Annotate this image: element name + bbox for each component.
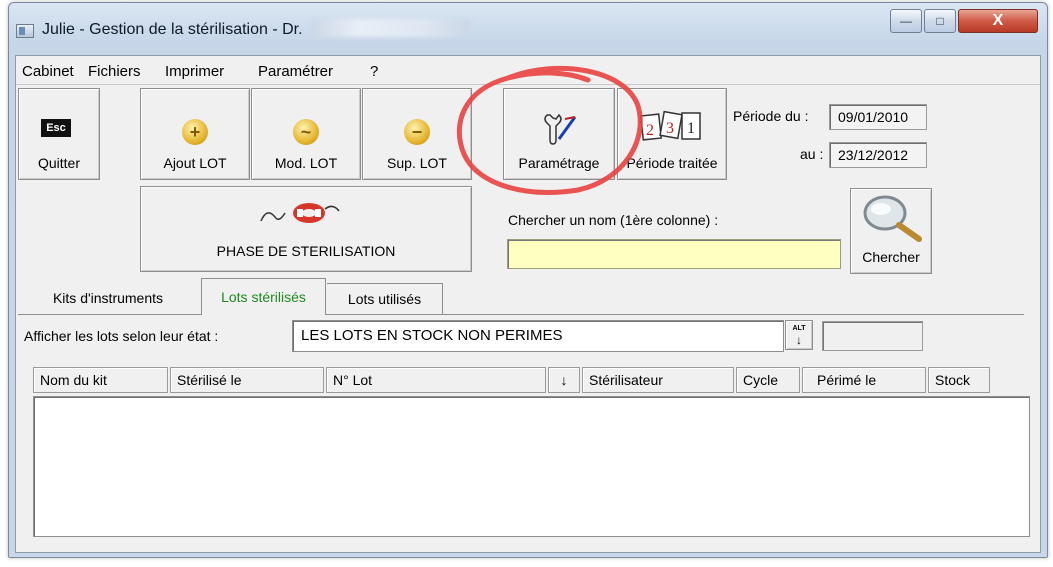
col-perime-le[interactable]: Périmé le xyxy=(802,367,926,393)
maximize-button[interactable]: □ xyxy=(924,9,956,33)
search-label: Chercher un nom (1ère colonne) : xyxy=(508,212,719,228)
mod-lot-label: Mod. LOT xyxy=(274,155,338,171)
period-to-field[interactable]: 23/12/2012 xyxy=(829,142,927,168)
annotation-circle xyxy=(456,65,643,195)
quit-button[interactable]: Esc Quitter xyxy=(18,88,100,180)
add-lot-label: Ajout LOT xyxy=(163,155,227,171)
tab-kits-instruments[interactable]: Kits d'instruments xyxy=(18,283,198,315)
col-sort-arrow[interactable]: ↓ xyxy=(548,367,580,393)
sterilization-phase-label: PHASE DE STERILISATION xyxy=(216,243,396,259)
maximize-icon: □ xyxy=(936,14,944,28)
menu-imprimer[interactable]: Imprimer xyxy=(165,63,224,80)
plus-icon: + xyxy=(182,119,208,145)
minimize-icon: — xyxy=(900,14,912,28)
state-filter-select[interactable]: LES LOTS EN STOCK NON PERIMES xyxy=(292,320,784,352)
alt-sort-button[interactable]: ALT ↓ xyxy=(785,320,813,350)
modify-icon: ~ xyxy=(293,119,319,145)
window-title: Julie - Gestion de la stérilisation - Dr… xyxy=(42,19,471,39)
menu-cabinet[interactable]: Cabinet xyxy=(22,63,74,80)
svg-text:3: 3 xyxy=(666,120,674,137)
menu-fichiers[interactable]: Fichiers xyxy=(88,63,141,80)
lifebuoy-icon xyxy=(260,203,340,223)
search-button[interactable]: Chercher xyxy=(850,188,932,274)
minus-icon: − xyxy=(404,119,430,145)
search-input[interactable] xyxy=(507,239,841,269)
col-nom-kit[interactable]: Nom du kit xyxy=(33,367,168,393)
period-from-label: Période du : xyxy=(733,108,809,124)
menu-help[interactable]: ? xyxy=(370,63,378,80)
menu-parametrer[interactable]: Paramétrer xyxy=(258,63,333,80)
search-button-label: Chercher xyxy=(862,249,920,265)
alt-key-icon: ALT xyxy=(792,325,806,332)
svg-text:1: 1 xyxy=(687,120,695,137)
period-to-label: au : xyxy=(800,146,824,162)
quit-label: Quitter xyxy=(37,155,80,171)
redacted-name xyxy=(311,19,471,37)
mod-lot-button[interactable]: ~ Mod. LOT xyxy=(251,88,361,180)
col-sterilise-le[interactable]: Stérilisé le xyxy=(170,367,324,393)
period-from-field[interactable]: 09/01/2010 xyxy=(829,104,927,130)
down-arrow-icon: ↓ xyxy=(796,333,802,347)
filter-count-field xyxy=(822,321,923,351)
col-sterilisateur[interactable]: Stérilisateur xyxy=(582,367,734,393)
lots-table-body[interactable] xyxy=(33,396,1030,537)
tab-lots-utilises[interactable]: Lots utilisés xyxy=(327,283,443,315)
sterilization-phase-button[interactable]: PHASE DE STERILISATION xyxy=(140,186,472,272)
col-cycle[interactable]: Cycle xyxy=(736,367,800,393)
esc-key-icon: Esc xyxy=(41,119,71,137)
filter-label: Afficher les lots selon leur état : xyxy=(24,328,219,344)
close-button[interactable]: X xyxy=(958,9,1038,33)
col-numero-lot[interactable]: N° Lot xyxy=(326,367,546,393)
col-stock[interactable]: Stock xyxy=(928,367,990,393)
magnifier-icon xyxy=(863,195,922,242)
tab-lots-sterilises[interactable]: Lots stérilisés xyxy=(201,278,326,315)
minimize-button[interactable]: — xyxy=(890,9,922,33)
close-icon: X xyxy=(992,12,1004,29)
app-icon[interactable] xyxy=(16,24,34,38)
add-lot-button[interactable]: + Ajout LOT xyxy=(140,88,250,180)
